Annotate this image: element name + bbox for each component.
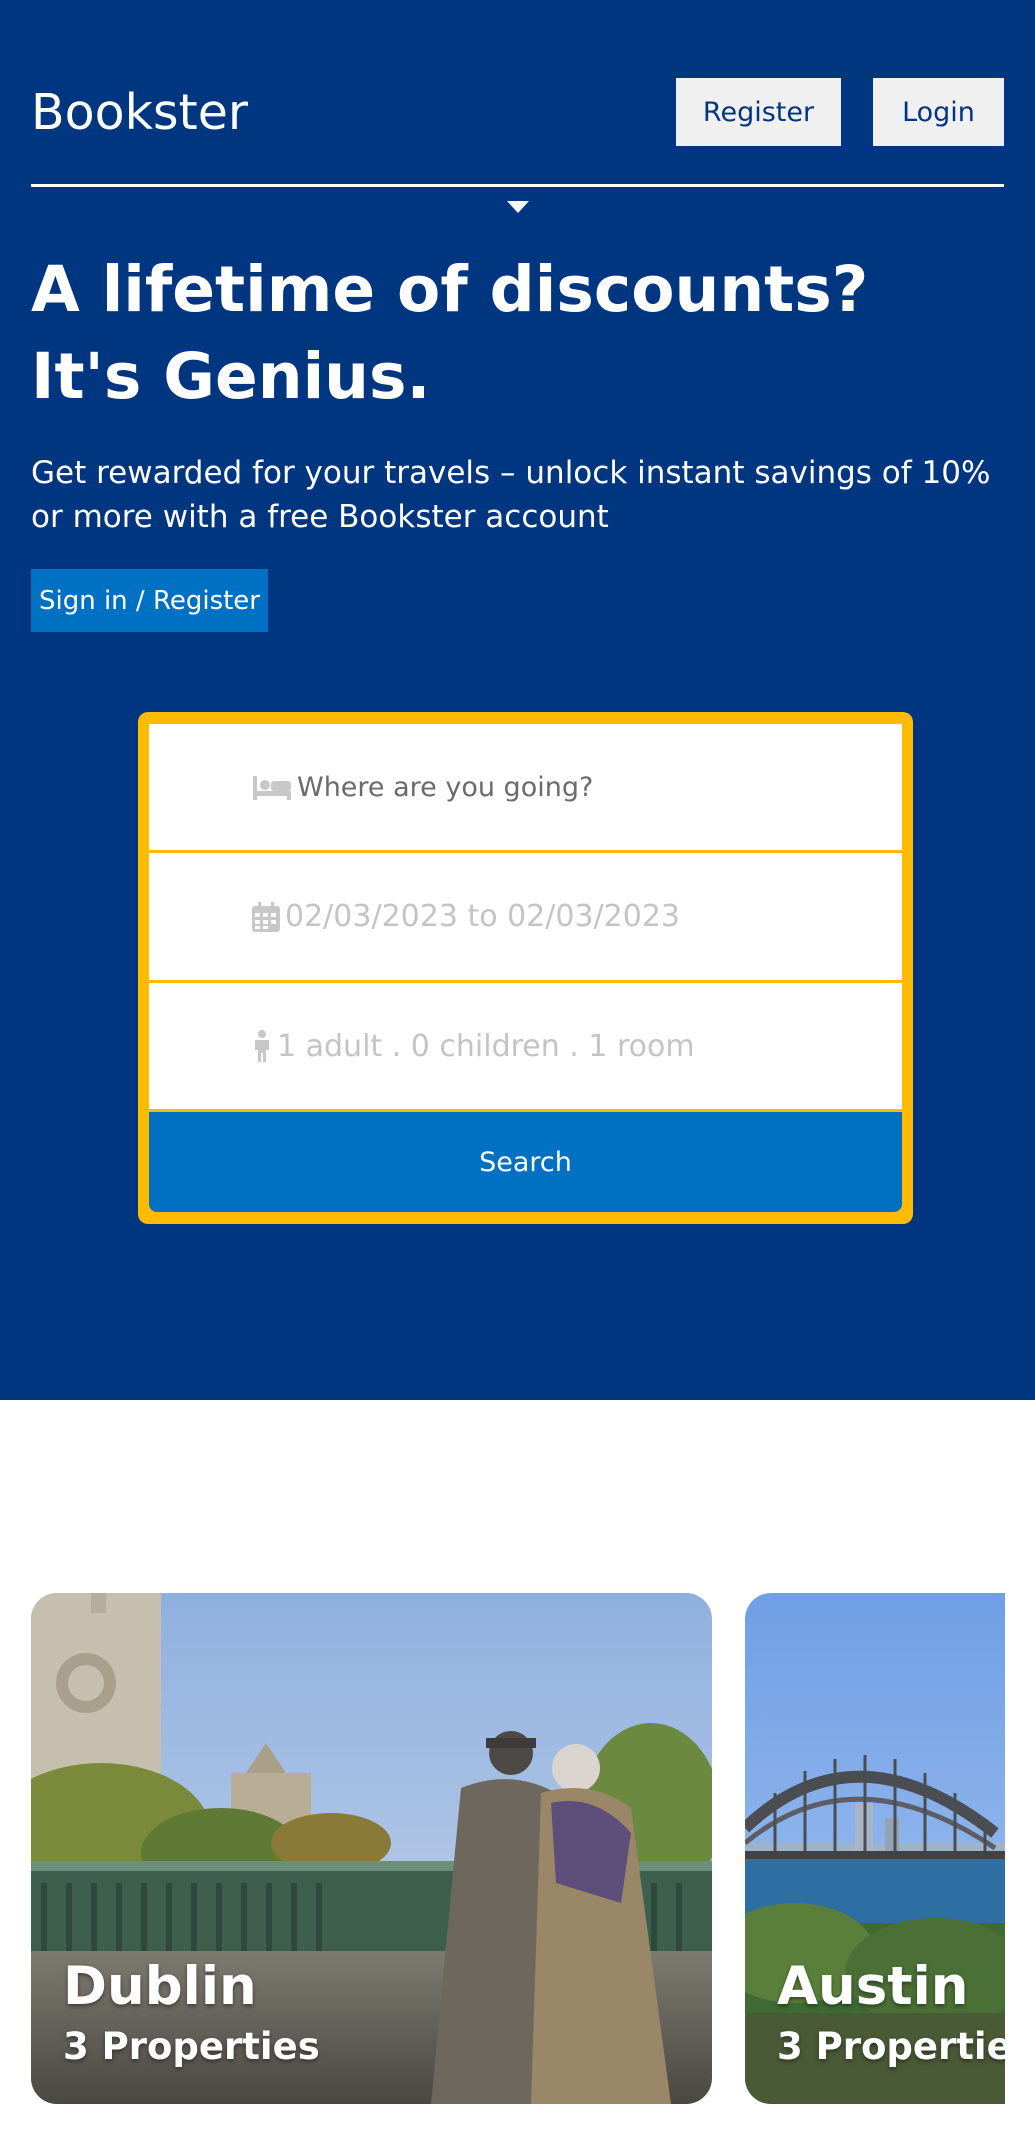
brand-logo[interactable]: Bookster — [31, 84, 248, 141]
guests-input[interactable]: 1 adult . 0 children . 1 room — [149, 983, 902, 1109]
search-box: Where are you going? 02/03/2023 to 02/03… — [138, 712, 913, 1224]
signin-register-button[interactable]: Sign in / Register — [31, 569, 268, 632]
guests-value: 1 adult . 0 children . 1 room — [277, 1028, 695, 1064]
date-range-value: 02/03/2023 to 02/03/2023 — [285, 899, 681, 934]
destination-placeholder: Where are you going? — [297, 771, 594, 803]
caret-down-icon — [507, 201, 529, 213]
destination-input[interactable]: Where are you going? — [149, 724, 902, 850]
calendar-icon — [251, 901, 281, 933]
date-range-input[interactable]: 02/03/2023 to 02/03/2023 — [149, 853, 902, 980]
bed-icon — [251, 772, 293, 802]
destination-properties: 3 Properties — [777, 2025, 1005, 2068]
login-button[interactable]: Login — [873, 78, 1004, 146]
destination-card-austin[interactable]: Austin 3 Properties — [745, 1593, 1005, 2104]
hero-headline: A lifetime of discounts? It's Genius. — [31, 253, 869, 413]
destination-card-dublin[interactable]: Dublin 3 Properties — [31, 1593, 712, 2104]
register-button[interactable]: Register — [676, 78, 841, 146]
destination-properties: 3 Properties — [63, 2025, 320, 2068]
destination-name: Dublin — [63, 1956, 257, 2017]
header-divider — [31, 184, 1004, 187]
destination-carousel[interactable]: Dublin 3 Properties Austin 3 Propertie — [0, 1593, 1035, 2104]
destination-name: Austin — [777, 1956, 969, 2017]
person-icon — [251, 1029, 273, 1063]
hero-section: Bookster Register Login A lifetime of di… — [0, 0, 1035, 1400]
hero-subtitle: Get rewarded for your travels – unlock i… — [31, 455, 991, 535]
search-button[interactable]: Search — [149, 1112, 902, 1212]
